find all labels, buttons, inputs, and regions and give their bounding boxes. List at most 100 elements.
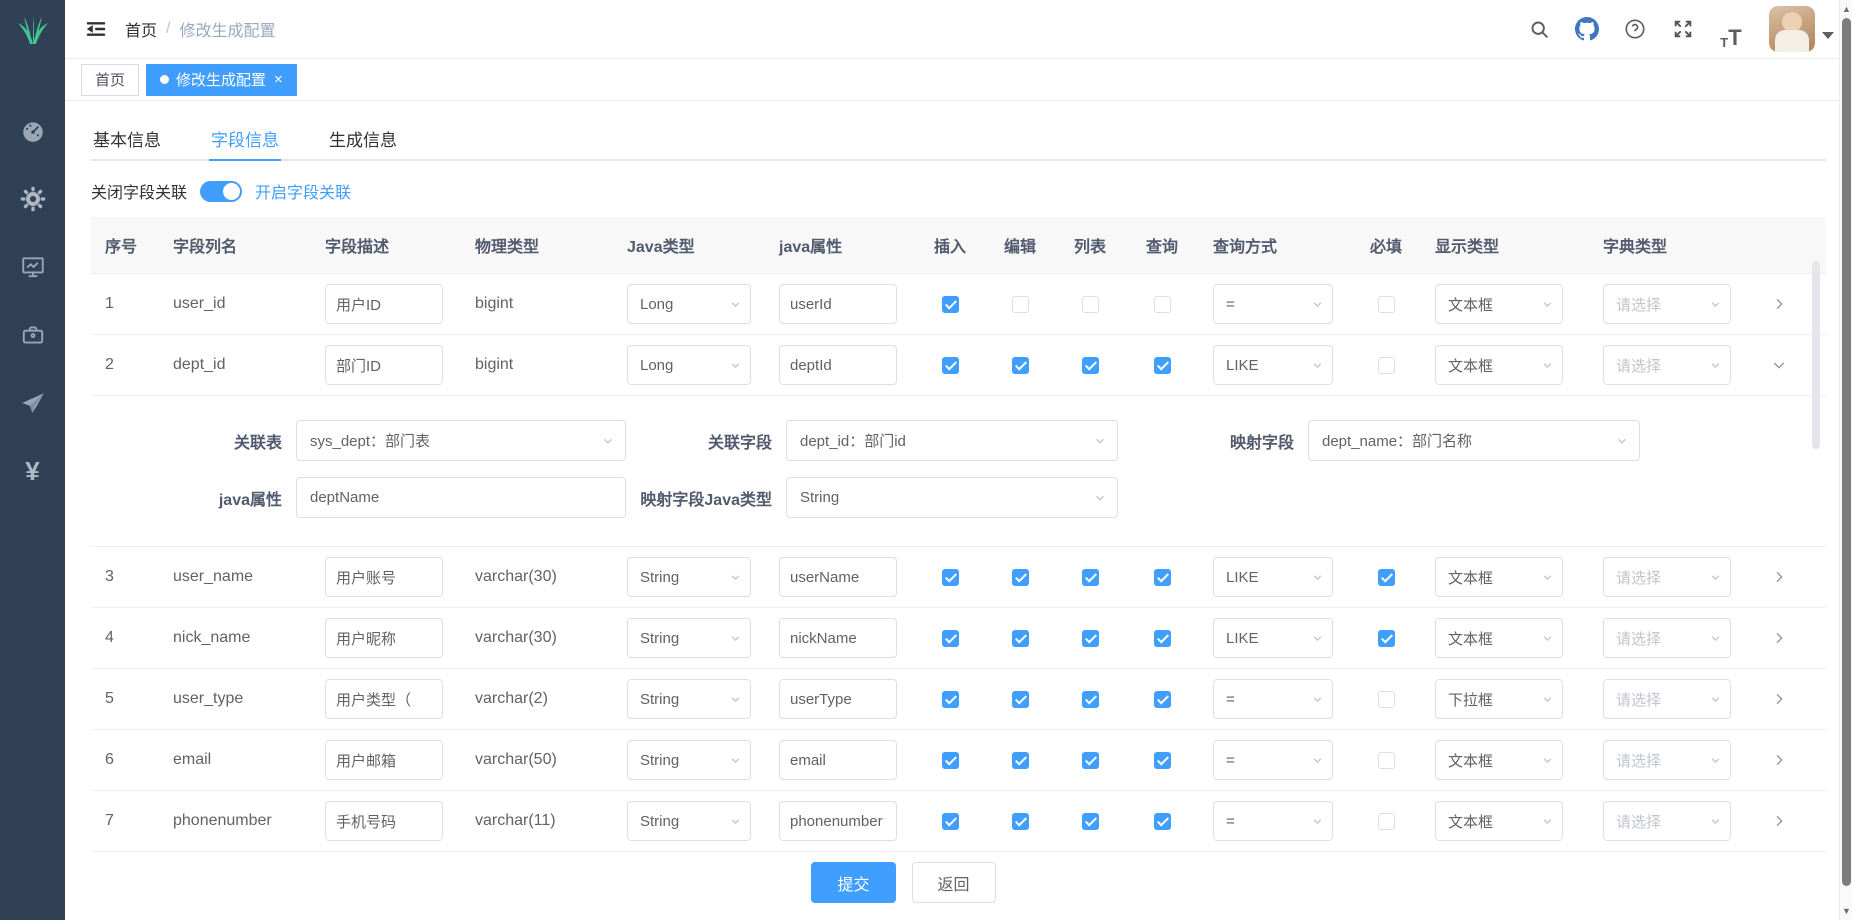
tab-field-info[interactable]: 字段信息 — [209, 117, 281, 159]
sidebar-item-pay[interactable]: ¥ — [0, 437, 65, 505]
field-desc-input[interactable]: 部门ID — [325, 345, 443, 385]
required-checkbox[interactable] — [1378, 691, 1395, 708]
map-java-type-select[interactable]: String — [786, 477, 1118, 518]
field-desc-input[interactable]: 用户昵称 — [325, 618, 443, 658]
edit-checkbox[interactable] — [1012, 813, 1029, 830]
sidebar-item-dashboard[interactable] — [0, 97, 65, 165]
java-type-select[interactable]: Long — [627, 345, 751, 385]
java-type-select[interactable]: String — [627, 740, 751, 780]
query-way-select[interactable]: = — [1213, 679, 1333, 719]
query-checkbox[interactable] — [1154, 630, 1171, 647]
row-expand-toggle[interactable] — [1757, 296, 1801, 312]
query-checkbox[interactable] — [1154, 752, 1171, 769]
dict-type-select[interactable]: 请选择 — [1603, 345, 1731, 385]
query-way-select[interactable]: LIKE — [1213, 345, 1333, 385]
rel-field-select[interactable]: dept_id：部门id — [786, 420, 1118, 461]
insert-checkbox[interactable] — [942, 691, 959, 708]
query-checkbox[interactable] — [1154, 569, 1171, 586]
edit-checkbox[interactable] — [1012, 357, 1029, 374]
java-type-select[interactable]: String — [627, 618, 751, 658]
dict-type-select[interactable]: 请选择 — [1603, 740, 1731, 780]
query-checkbox[interactable] — [1154, 357, 1171, 374]
row-expand-toggle[interactable] — [1757, 813, 1801, 829]
sidebar-item-tool[interactable] — [0, 301, 65, 369]
required-checkbox[interactable] — [1378, 752, 1395, 769]
insert-checkbox[interactable] — [942, 357, 959, 374]
fullscreen-icon[interactable] — [1663, 9, 1703, 49]
query-checkbox[interactable] — [1154, 296, 1171, 313]
java-attr-input[interactable]: userName — [779, 557, 897, 597]
rel-table-select[interactable]: sys_dept：部门表 — [296, 420, 626, 461]
edit-checkbox[interactable] — [1012, 569, 1029, 586]
scroll-down-icon[interactable]: ▼ — [1840, 904, 1852, 918]
dict-type-select[interactable]: 请选择 — [1603, 618, 1731, 658]
avatar[interactable] — [1769, 6, 1815, 52]
query-way-select[interactable]: LIKE — [1213, 557, 1333, 597]
insert-checkbox[interactable] — [942, 752, 959, 769]
field-desc-input[interactable]: 用户账号 — [325, 557, 443, 597]
insert-checkbox[interactable] — [942, 569, 959, 586]
user-menu[interactable] — [1769, 6, 1834, 52]
page-scrollbar[interactable]: ▲ ▼ — [1839, 0, 1852, 920]
list-checkbox[interactable] — [1082, 813, 1099, 830]
edit-checkbox[interactable] — [1012, 752, 1029, 769]
field-desc-input[interactable]: 手机号码 — [325, 801, 443, 841]
query-way-select[interactable]: = — [1213, 801, 1333, 841]
query-way-select[interactable]: = — [1213, 740, 1333, 780]
back-button[interactable]: 返回 — [912, 862, 996, 903]
dict-type-select[interactable]: 请选择 — [1603, 284, 1731, 324]
query-checkbox[interactable] — [1154, 691, 1171, 708]
query-way-select[interactable]: = — [1213, 284, 1333, 324]
row-expand-toggle[interactable] — [1757, 630, 1801, 646]
edit-checkbox[interactable] — [1012, 630, 1029, 647]
display-type-select[interactable]: 下拉框 — [1435, 679, 1563, 719]
required-checkbox[interactable] — [1378, 296, 1395, 313]
breadcrumb-home[interactable]: 首页 — [125, 17, 157, 41]
query-way-select[interactable]: LIKE — [1213, 618, 1333, 658]
insert-checkbox[interactable] — [942, 630, 959, 647]
query-checkbox[interactable] — [1154, 813, 1171, 830]
sidebar-fold-icon[interactable] — [79, 12, 113, 46]
sidebar-item-monitor[interactable] — [0, 233, 65, 301]
required-checkbox[interactable] — [1378, 357, 1395, 374]
row-expand-toggle[interactable] — [1757, 691, 1801, 707]
java-attr-input[interactable]: email — [779, 740, 897, 780]
java-attr-input[interactable]: phonenumber — [779, 801, 897, 841]
display-type-select[interactable]: 文本框 — [1435, 345, 1563, 385]
help-icon[interactable] — [1615, 9, 1655, 49]
field-desc-input[interactable]: 用户邮箱 — [325, 740, 443, 780]
java-attr-input[interactable]: userType — [779, 679, 897, 719]
display-type-select[interactable]: 文本框 — [1435, 618, 1563, 658]
dict-type-select[interactable]: 请选择 — [1603, 679, 1731, 719]
list-checkbox[interactable] — [1082, 357, 1099, 374]
required-checkbox[interactable] — [1378, 630, 1395, 647]
exp-java-attr-input[interactable]: deptName — [296, 477, 626, 518]
list-checkbox[interactable] — [1082, 752, 1099, 769]
tab-basic-info[interactable]: 基本信息 — [91, 117, 163, 159]
java-type-select[interactable]: String — [627, 679, 751, 719]
map-field-select[interactable]: dept_name：部门名称 — [1308, 420, 1640, 461]
edit-checkbox[interactable] — [1012, 296, 1029, 313]
java-attr-input[interactable]: nickName — [779, 618, 897, 658]
java-attr-input[interactable]: deptId — [779, 345, 897, 385]
java-type-select[interactable]: String — [627, 557, 751, 597]
required-checkbox[interactable] — [1378, 569, 1395, 586]
field-desc-input[interactable]: 用户ID — [325, 284, 443, 324]
java-type-select[interactable]: String — [627, 801, 751, 841]
display-type-select[interactable]: 文本框 — [1435, 740, 1563, 780]
row-expand-toggle[interactable] — [1757, 569, 1801, 585]
insert-checkbox[interactable] — [942, 813, 959, 830]
github-icon[interactable] — [1567, 9, 1607, 49]
list-checkbox[interactable] — [1082, 630, 1099, 647]
sidebar-item-guide[interactable] — [0, 369, 65, 437]
font-size-icon[interactable]: TT — [1711, 9, 1751, 49]
row-expand-toggle[interactable] — [1757, 357, 1801, 373]
display-type-select[interactable]: 文本框 — [1435, 801, 1563, 841]
dict-type-select[interactable]: 请选择 — [1603, 801, 1731, 841]
display-type-select[interactable]: 文本框 — [1435, 284, 1563, 324]
dict-type-select[interactable]: 请选择 — [1603, 557, 1731, 597]
java-type-select[interactable]: Long — [627, 284, 751, 324]
tag-active-page[interactable]: 修改生成配置 × — [146, 64, 297, 96]
table-scrollbar-thumb[interactable] — [1812, 261, 1820, 449]
close-icon[interactable]: × — [274, 71, 283, 88]
